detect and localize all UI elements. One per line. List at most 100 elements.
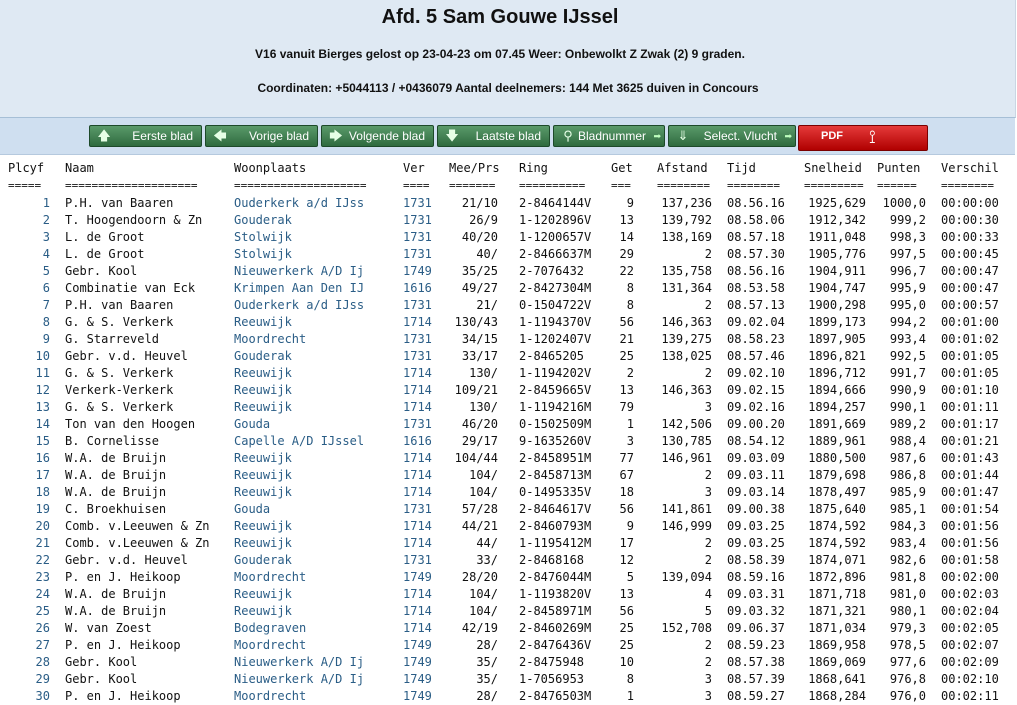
- cell-snelheid: 1896,821: [808, 349, 866, 363]
- select-flight-button[interactable]: ⇓ Select. Vlucht ➡: [668, 125, 796, 147]
- search-icon: ⚲: [563, 128, 573, 143]
- cell-verschil: 00:00:45: [941, 247, 999, 261]
- cell-mee-prs: 109/21: [454, 383, 498, 397]
- cell-get: 56: [619, 604, 634, 618]
- cell-naam: Gebr. v.d. Heuvel: [65, 349, 188, 363]
- column-header-woonplaats: Woonplaats: [234, 161, 307, 175]
- cell-tijd: 09.03.32: [727, 604, 785, 618]
- cell-snelheid: 1905,776: [808, 247, 866, 261]
- cell-verschil: 00:01:54: [941, 502, 999, 516]
- cell-plcyf: 8: [42, 315, 50, 329]
- cell-punten: 978,5: [889, 638, 926, 652]
- cell-punten: 977,6: [889, 655, 926, 669]
- cell-naam: W.A. de Bruijn: [65, 485, 167, 499]
- cell-snelheid: 1899,173: [808, 315, 866, 329]
- cell-verschil: 00:01:21: [941, 434, 999, 448]
- cell-ver: 1731: [403, 553, 432, 567]
- cell-plcyf: 12: [35, 383, 50, 397]
- cell-afstand: 3: [704, 400, 712, 414]
- cell-ver: 1616: [403, 434, 432, 448]
- cell-verschil: 00:01:47: [941, 485, 999, 499]
- cell-get: 22: [619, 264, 634, 278]
- chevron-right-icon: ➡: [784, 131, 792, 141]
- cell-ver: 1731: [403, 417, 432, 431]
- cell-ring: 1-1193820V: [519, 587, 592, 601]
- cell-verschil: 00:01:05: [941, 349, 999, 363]
- cell-ver: 1714: [403, 383, 432, 397]
- cell-ring: 2-8460269M: [519, 621, 592, 635]
- table-row: 18 W.A. de Bruijn Reeuwijk 1714 104/0-149533…: [0, 484, 1017, 501]
- cell-afstand: 146,363: [661, 383, 712, 397]
- cell-woonplaats: Reeuwijk: [234, 451, 292, 465]
- cell-tijd: 08.54.12: [727, 434, 785, 448]
- cell-mee-prs: 29/17: [461, 434, 498, 448]
- cell-plcyf: 14: [35, 417, 50, 431]
- column-header-verschil: Verschil: [941, 161, 999, 175]
- cell-naam: G. & S. Verkerk: [65, 366, 174, 380]
- cell-woonplaats: Gouderak: [234, 349, 292, 363]
- chevron-right-icon: ➡: [653, 131, 661, 141]
- separator-naam: ====================: [65, 179, 198, 192]
- page-number-button[interactable]: ⚲ Bladnummer ➡: [553, 125, 665, 147]
- cell-tijd: 08.59.16: [727, 570, 785, 584]
- first-page-label: Eerste blad: [132, 129, 193, 143]
- cell-get: 14: [619, 230, 634, 244]
- cell-plcyf: 22: [35, 553, 50, 567]
- cell-woonplaats: Ouderkerk a/d IJss: [234, 298, 365, 312]
- cell-get: 8: [626, 281, 634, 295]
- cell-plcyf: 15: [35, 434, 50, 448]
- cell-ver: 1714: [403, 536, 432, 550]
- cell-get: 18: [619, 485, 634, 499]
- cell-woonplaats: Krimpen Aan Den IJ: [234, 281, 365, 295]
- cell-snelheid: 1904,747: [808, 281, 866, 295]
- cell-ring: 2-8464617V: [519, 502, 592, 516]
- cell-snelheid: 1900,298: [808, 298, 866, 312]
- separator-ver: ====: [403, 179, 430, 192]
- cell-ring: 1-1194370V: [519, 315, 592, 329]
- next-page-button[interactable]: 🡆 Volgende blad: [321, 125, 434, 147]
- cell-ver: 1731: [403, 332, 432, 346]
- next-page-label: Volgende blad: [348, 129, 425, 143]
- arrow-down-icon: 🡇: [445, 128, 459, 143]
- cell-mee-prs: 57/28: [461, 502, 498, 516]
- cell-mee-prs: 130/: [469, 366, 498, 380]
- cell-punten: 986,8: [889, 468, 926, 482]
- pdf-button[interactable]: PDF ⟟: [798, 125, 928, 151]
- cell-plcyf: 7: [42, 298, 50, 312]
- cell-naam: Gebr. Kool: [65, 264, 138, 278]
- cell-punten: 982,6: [889, 553, 926, 567]
- release-info: V16 vanuit Bierges gelost op 23-04-23 om…: [255, 47, 745, 61]
- previous-page-button[interactable]: 🡄 Vorige blad: [205, 125, 318, 147]
- cell-verschil: 00:00:57: [941, 298, 999, 312]
- cell-ring: 1-1202896V: [519, 213, 592, 227]
- cell-verschil: 00:01:00: [941, 315, 999, 329]
- cell-ring: 2-8475948: [519, 655, 585, 669]
- cell-ver: 1714: [403, 366, 432, 380]
- cell-plcyf: 9: [42, 332, 50, 346]
- cell-ver: 1714: [403, 587, 432, 601]
- cell-snelheid: 1889,961: [808, 434, 866, 448]
- column-header-naam: Naam: [65, 161, 94, 175]
- table-header-row: Plcyf Naam Woonplaats Ver Mee/Prs Ring Get Afst…: [0, 160, 1017, 177]
- separator-snelheid: =========: [804, 179, 864, 192]
- cell-punten: 1000,0: [882, 196, 926, 210]
- cell-ver: 1616: [403, 281, 432, 295]
- table-separator-row: ===== ==================== ===============…: [0, 177, 1017, 194]
- cell-get: 2: [626, 366, 634, 380]
- cell-tijd: 09.03.14: [727, 485, 785, 499]
- cell-ver: 1714: [403, 451, 432, 465]
- cell-afstand: 141,861: [661, 502, 712, 516]
- cell-punten: 983,4: [889, 536, 926, 550]
- cell-woonplaats: Reeuwijk: [234, 604, 292, 618]
- first-page-button[interactable]: 🡅 Eerste blad: [89, 125, 202, 147]
- cell-punten: 998,3: [889, 230, 926, 244]
- cell-plcyf: 25: [35, 604, 50, 618]
- cell-verschil: 00:02:05: [941, 621, 999, 635]
- cell-woonplaats: Reeuwijk: [234, 383, 292, 397]
- cell-plcyf: 5: [42, 264, 50, 278]
- last-page-button[interactable]: 🡇 Laatste blad: [437, 125, 550, 147]
- cell-snelheid: 1875,640: [808, 502, 866, 516]
- cell-ver: 1749: [403, 264, 432, 278]
- acrobat-icon: ⟟: [869, 127, 876, 147]
- separator-afstand: ========: [657, 179, 710, 192]
